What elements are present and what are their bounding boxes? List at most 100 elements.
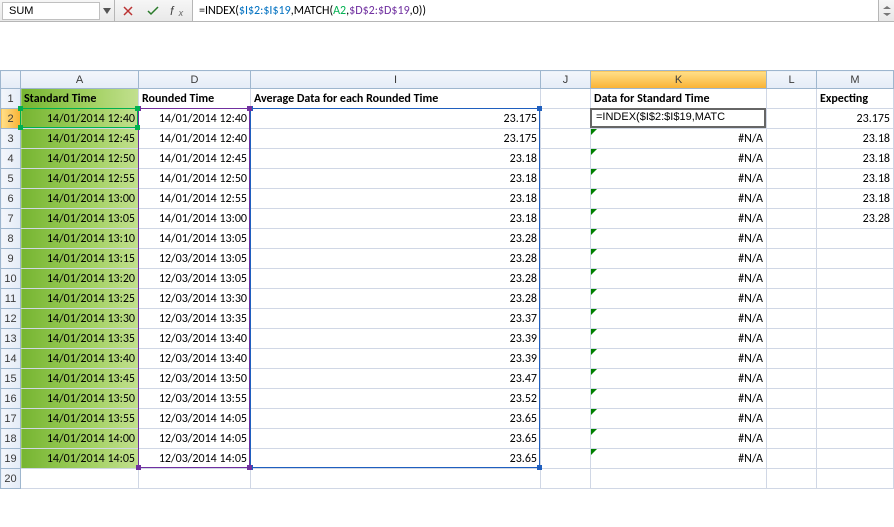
cell[interactable]: 23.18 bbox=[251, 209, 541, 229]
cell[interactable]: #N/A bbox=[591, 309, 767, 329]
cell[interactable] bbox=[767, 289, 817, 309]
name-box[interactable]: SUM bbox=[0, 0, 115, 21]
cell[interactable] bbox=[817, 329, 894, 349]
row-header[interactable]: 20 bbox=[1, 469, 21, 489]
cell[interactable]: Standard Time bbox=[21, 89, 139, 109]
cell[interactable] bbox=[817, 229, 894, 249]
row-header[interactable]: 6 bbox=[1, 189, 21, 209]
cell[interactable] bbox=[541, 369, 591, 389]
cell[interactable]: Expecting bbox=[817, 89, 894, 109]
col-header-A[interactable]: A bbox=[21, 71, 139, 89]
cell[interactable]: 23.175 bbox=[251, 129, 541, 149]
cell[interactable]: #N/A bbox=[591, 129, 767, 149]
cell[interactable]: 12/03/2014 14:05 bbox=[139, 429, 251, 449]
cell[interactable]: #N/A bbox=[591, 329, 767, 349]
cell[interactable] bbox=[541, 249, 591, 269]
cell[interactable]: 14/01/2014 12:40 bbox=[21, 109, 139, 129]
cell[interactable] bbox=[541, 309, 591, 329]
cell[interactable]: #N/A bbox=[591, 449, 767, 469]
cell[interactable] bbox=[541, 169, 591, 189]
cell[interactable]: 23.18 bbox=[251, 189, 541, 209]
cell[interactable]: 14/01/2014 13:30 bbox=[21, 309, 139, 329]
col-header-L[interactable]: L bbox=[767, 71, 817, 89]
row-header[interactable]: 15 bbox=[1, 369, 21, 389]
cell[interactable]: 14/01/2014 13:35 bbox=[21, 329, 139, 349]
cell[interactable]: 14/01/2014 13:00 bbox=[139, 209, 251, 229]
cell[interactable] bbox=[767, 269, 817, 289]
cell[interactable]: #N/A bbox=[591, 229, 767, 249]
cell[interactable] bbox=[251, 469, 541, 489]
cell[interactable] bbox=[767, 349, 817, 369]
cell[interactable]: #N/A bbox=[591, 389, 767, 409]
row-header[interactable]: 2 bbox=[1, 109, 21, 129]
cell[interactable]: 23.28 bbox=[251, 229, 541, 249]
cell[interactable] bbox=[767, 329, 817, 349]
cell[interactable] bbox=[767, 409, 817, 429]
cell[interactable] bbox=[767, 469, 817, 489]
row-header[interactable]: 11 bbox=[1, 289, 21, 309]
cell[interactable]: 23.52 bbox=[251, 389, 541, 409]
cell[interactable] bbox=[767, 129, 817, 149]
cell[interactable] bbox=[541, 449, 591, 469]
row-header[interactable]: 4 bbox=[1, 149, 21, 169]
cell[interactable]: 23.175 bbox=[817, 109, 894, 129]
cell[interactable]: 12/03/2014 13:55 bbox=[139, 389, 251, 409]
cell[interactable]: 23.28 bbox=[251, 289, 541, 309]
cell[interactable] bbox=[767, 209, 817, 229]
cell[interactable] bbox=[541, 129, 591, 149]
formula-input[interactable]: =INDEX($I$2:$I$19,MATCH(A2,$D$2:$D$19,0)… bbox=[193, 0, 878, 21]
cell[interactable]: 14/01/2014 13:05 bbox=[139, 229, 251, 249]
cell[interactable]: #N/A bbox=[591, 429, 767, 449]
cell[interactable]: 14/01/2014 13:50 bbox=[21, 389, 139, 409]
cell[interactable]: 23.18 bbox=[251, 169, 541, 189]
cell[interactable] bbox=[541, 109, 591, 129]
cell[interactable]: 14/01/2014 12:50 bbox=[139, 169, 251, 189]
name-box-dropdown-icon[interactable] bbox=[100, 8, 114, 14]
cell[interactable]: 23.65 bbox=[251, 409, 541, 429]
cell[interactable] bbox=[541, 189, 591, 209]
cell[interactable]: 23.18 bbox=[817, 129, 894, 149]
cell[interactable]: 23.65 bbox=[251, 449, 541, 469]
cell[interactable]: 23.18 bbox=[817, 169, 894, 189]
cell[interactable]: 14/01/2014 12:50 bbox=[21, 149, 139, 169]
cell[interactable]: 14/01/2014 13:20 bbox=[21, 269, 139, 289]
cell[interactable] bbox=[541, 209, 591, 229]
cell[interactable]: #N/A bbox=[591, 149, 767, 169]
row-header[interactable]: 7 bbox=[1, 209, 21, 229]
formula-bar-expand-icon[interactable] bbox=[878, 0, 894, 21]
cell[interactable]: 14/01/2014 12:55 bbox=[21, 169, 139, 189]
cell[interactable] bbox=[541, 269, 591, 289]
cell[interactable] bbox=[767, 309, 817, 329]
cell[interactable]: 12/03/2014 14:05 bbox=[139, 409, 251, 429]
cell[interactable]: 12/03/2014 13:50 bbox=[139, 369, 251, 389]
cell[interactable] bbox=[767, 169, 817, 189]
cancel-icon[interactable] bbox=[119, 2, 137, 20]
cell[interactable]: 23.175 bbox=[251, 109, 541, 129]
row-header[interactable]: 16 bbox=[1, 389, 21, 409]
cell[interactable] bbox=[817, 449, 894, 469]
cell[interactable]: 23.37 bbox=[251, 309, 541, 329]
row-header[interactable]: 18 bbox=[1, 429, 21, 449]
cell[interactable] bbox=[541, 289, 591, 309]
cell[interactable] bbox=[817, 429, 894, 449]
cell[interactable]: 12/03/2014 13:35 bbox=[139, 309, 251, 329]
row-header[interactable]: 1 bbox=[1, 89, 21, 109]
col-header-M[interactable]: M bbox=[817, 71, 894, 89]
cell[interactable]: 23.39 bbox=[251, 349, 541, 369]
cell[interactable]: 12/03/2014 13:05 bbox=[139, 249, 251, 269]
cell[interactable] bbox=[541, 389, 591, 409]
cell[interactable]: 14/01/2014 13:10 bbox=[21, 229, 139, 249]
cell[interactable] bbox=[767, 369, 817, 389]
cell[interactable]: #N/A bbox=[591, 189, 767, 209]
cell[interactable]: 14/01/2014 13:00 bbox=[21, 189, 139, 209]
row-header[interactable]: 12 bbox=[1, 309, 21, 329]
cell[interactable] bbox=[767, 429, 817, 449]
cell[interactable] bbox=[139, 469, 251, 489]
cell[interactable] bbox=[541, 149, 591, 169]
cell[interactable] bbox=[541, 329, 591, 349]
cell[interactable]: 23.39 bbox=[251, 329, 541, 349]
cell[interactable]: 14/01/2014 13:05 bbox=[21, 209, 139, 229]
cell[interactable]: 12/03/2014 13:30 bbox=[139, 289, 251, 309]
select-all-corner[interactable] bbox=[1, 71, 21, 89]
cell[interactable]: #N/A bbox=[591, 409, 767, 429]
